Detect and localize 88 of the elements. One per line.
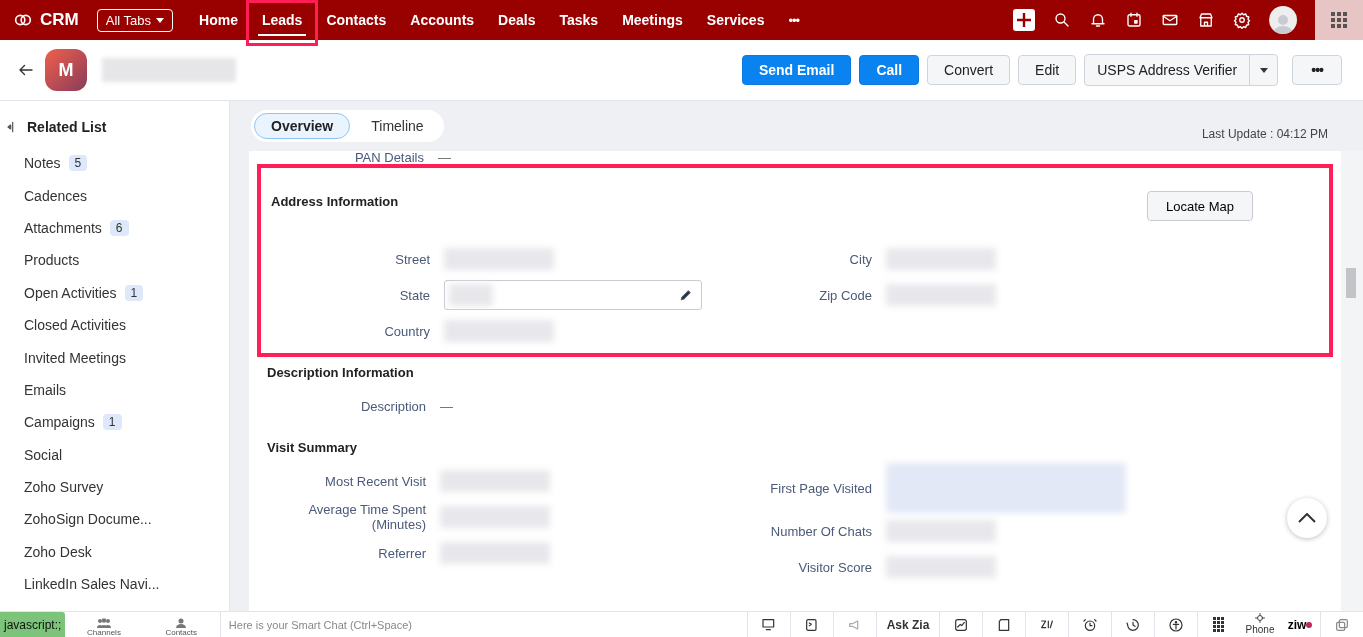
related-list-item[interactable]: Emails [24,381,66,398]
note-icon [996,617,1012,633]
related-list-item[interactable]: Zoho Survey [24,479,104,496]
all-tabs-button[interactable]: All Tabs [96,8,173,32]
status-url: javascript:; [0,612,66,637]
scrollbar[interactable] [1341,151,1363,611]
field-label: State [398,287,430,303]
nav-tab[interactable]: Services [694,0,777,40]
field-label: Zip Code [818,287,872,303]
chevron-up-icon [1298,513,1316,523]
action-button[interactable]: Call [859,55,920,85]
bell-icon [1089,11,1107,29]
person-icon [176,618,187,628]
related-list-item[interactable]: Products [24,252,80,269]
locate-map-button[interactable]: Locate Map [1147,191,1253,221]
settings-icon [1233,11,1251,29]
add-icon[interactable] [1013,9,1035,31]
field-label: First Page Visited [769,480,872,496]
field-label: Visitor Score [797,559,872,575]
field-label: Number Of Chats [769,523,872,539]
clock-icon [1082,617,1098,633]
nav-tab[interactable]: Meetings [610,0,695,40]
related-list-title: Related List [27,119,107,135]
count-badge: 1 [102,414,122,431]
view-tab[interactable]: Overview [254,113,351,139]
field-value: — [440,398,453,414]
contacts-button[interactable]: Contacts [142,612,220,637]
related-list-item[interactable]: Invited Meetings [24,349,126,366]
action-button[interactable]: Send Email [741,55,852,85]
count-badge: 5 [68,155,88,172]
field-label: Description [359,398,426,414]
related-list-item[interactable]: Social [24,446,63,463]
ask-zia-button[interactable]: Ask Zia [876,612,939,637]
related-list-item[interactable]: Open Activities [24,284,117,301]
field-label: Street [394,251,430,267]
nav-tab[interactable]: Tasks [547,0,611,40]
nav-tab[interactable]: Deals [486,0,548,40]
nav-tab[interactable]: Home [187,0,250,40]
stacked-windows-icon [1334,617,1350,633]
action-button[interactable]: Edit [1018,55,1077,85]
section-title: Visit Summary [267,440,358,455]
brand-name[interactable]: CRM [40,10,79,30]
apps-grid-icon[interactable] [1315,0,1363,40]
smart-chat-field[interactable]: Here is your Smart Chat (Ctrl+Space) [219,612,747,637]
field-label: Most Recent Visit [324,473,426,489]
count-badge: 1 [124,284,144,301]
group-icon [97,618,111,628]
person-circle-icon [1168,617,1184,633]
view-tab[interactable]: Timeline [354,113,441,139]
field-label: Referrer [377,545,426,561]
collapse-icon [5,119,15,135]
record-avatar: M [45,49,87,91]
calendar-icon [1125,11,1143,29]
nav-tab[interactable]: Contacts [314,0,399,40]
field-label: Average Time Spent (Minutes) [307,502,426,532]
phone-button[interactable]: Phone [1240,612,1280,637]
caret-icon [156,17,164,23]
more-tabs-button[interactable]: ••• [788,12,800,28]
related-list-item[interactable]: Notes [24,155,61,172]
terminal-icon [804,617,820,633]
field-label: Country [383,323,430,339]
count-badge: 6 [109,219,129,236]
monitor-icon [761,617,777,633]
store-icon [1197,11,1215,29]
section-title: Address Information [271,194,399,209]
nav-tab[interactable]: Accounts [398,0,487,40]
ziwo-button[interactable]: ziw [1280,612,1320,637]
related-list-item[interactable]: ZohoSign Docume... [24,511,152,528]
field-value: — [438,151,451,165]
trend-icon [953,617,969,633]
section-title: Description Information [267,365,414,380]
field-label: PAN Details [353,151,424,164]
field-label: City [848,251,872,267]
pencil-icon [679,288,693,302]
related-list-item[interactable]: Zoho Desk [24,543,92,560]
search-icon [1053,11,1071,29]
user-avatar[interactable] [1269,6,1297,34]
related-list-item[interactable]: LinkedIn Sales Navi... [24,576,160,593]
related-list-item[interactable]: Closed Activities [24,317,126,334]
more-actions-button[interactable]: ••• [1292,55,1342,85]
related-list-item[interactable]: Campaigns [24,414,95,431]
state-input-field[interactable] [444,280,702,310]
related-list-item[interactable]: Attachments [24,219,102,236]
last-update-text: Last Update : 04:12 PM [1201,127,1328,141]
action-button[interactable]: Convert [927,55,1011,85]
related-list-item[interactable]: Cadences [24,187,88,204]
caret-icon [1259,67,1268,73]
channels-button[interactable]: Channels [65,612,143,637]
